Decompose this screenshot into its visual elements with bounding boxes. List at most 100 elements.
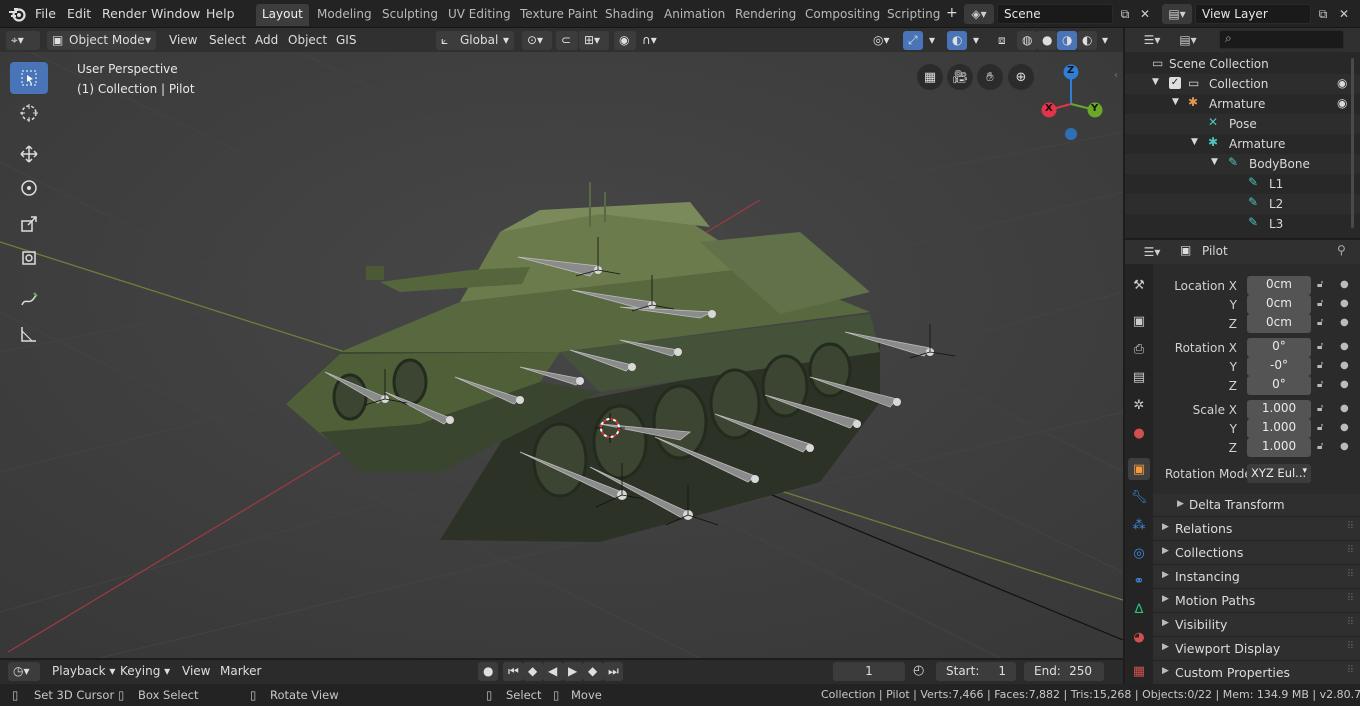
proportional-edit-icon[interactable]: ◉ [614, 31, 636, 50]
snap-icon[interactable]: ⊂ [556, 31, 578, 50]
current-frame-field[interactable]: 1 [833, 662, 905, 681]
menu-file[interactable]: File [35, 6, 56, 21]
tree-row-pose[interactable]: ✕ Pose [1125, 114, 1360, 134]
disclosure-open-icon[interactable]: ▼ [1172, 97, 1179, 107]
pivot-point-icon[interactable]: ⊙▾ [522, 31, 552, 50]
jump-start-icon[interactable]: ⏮ [503, 662, 523, 681]
chevron-down-icon[interactable]: ▾ [1097, 31, 1113, 50]
drag-handle-icon[interactable]: ⠿ [1347, 593, 1354, 604]
tree-row-bodybone[interactable]: ▼ ✎ BodyBone [1125, 154, 1360, 174]
disclosure-open-icon[interactable]: ▼ [1191, 137, 1198, 147]
lock-icon[interactable]: 🔓︎ [1317, 379, 1323, 390]
record-icon[interactable]: ● [478, 662, 498, 681]
outliner-editor-type-icon[interactable]: ☰▾ [1137, 30, 1167, 50]
new-scene-icon[interactable]: ⧉ [1115, 4, 1135, 24]
drag-handle-icon[interactable]: ⠿ [1347, 641, 1354, 652]
drag-handle-icon[interactable]: ⠿ [1347, 569, 1354, 580]
display-mode-icon[interactable]: ▤▾ [1173, 30, 1203, 50]
tree-row-scene-collection[interactable]: ▭ Scene Collection [1125, 54, 1360, 74]
tab-texture-paint[interactable]: Texture Paint [514, 4, 603, 26]
tree-row-collection[interactable]: ▼ ✓ ▭ Collection ◉ [1125, 74, 1360, 94]
view-layer-selector-icon[interactable]: ▤▾ [1162, 4, 1192, 24]
tree-row-l3[interactable]: ✎ L3 [1125, 214, 1360, 234]
menu-help[interactable]: Help [206, 6, 235, 21]
tab-compositing[interactable]: Compositing [799, 4, 886, 26]
menu-view[interactable]: View [164, 31, 202, 50]
location-y-field[interactable]: 0cm [1247, 295, 1311, 314]
new-view-layer-icon[interactable]: ⧉ [1313, 4, 1333, 24]
3d-viewport[interactable]: User Perspective (1) Collection | Pilot … [0, 52, 1123, 658]
scale-tool-icon[interactable] [10, 208, 48, 240]
object-data-tab-icon[interactable]: ∆ [1128, 598, 1150, 620]
delete-view-layer-icon[interactable]: ✕ [1334, 4, 1354, 24]
chevron-down-icon[interactable]: ▾ [924, 31, 940, 50]
rotation-z-field[interactable]: 0° [1247, 376, 1311, 395]
cursor-tool-icon[interactable] [10, 97, 48, 129]
view-layer-field[interactable]: View Layer [1195, 4, 1311, 24]
keyframe-dot-icon[interactable]: ● [1340, 441, 1349, 452]
location-x-field[interactable]: 0cm [1247, 276, 1311, 295]
tree-row-l2[interactable]: ✎ L2 [1125, 194, 1360, 214]
panel-motion-paths[interactable]: ▶ Motion Paths ⠿ [1153, 588, 1360, 612]
menu-add[interactable]: Add [250, 31, 283, 50]
gizmo-toggle-icon[interactable]: ⤢ [903, 31, 923, 50]
tab-sculpting[interactable]: Sculpting [376, 4, 444, 26]
editor-type-icon[interactable]: ⌖▾ [6, 31, 40, 50]
tab-shading[interactable]: Shading [599, 4, 660, 26]
scene-name-field[interactable]: Scene [997, 4, 1113, 24]
lock-icon[interactable]: 🔓︎ [1317, 422, 1323, 433]
lock-icon[interactable]: 🔓︎ [1317, 441, 1323, 452]
lock-icon[interactable]: 🔓︎ [1317, 298, 1323, 309]
constraints-tab-icon[interactable]: ⚭ [1128, 570, 1150, 592]
chevron-down-icon[interactable]: ▾ [968, 31, 984, 50]
tree-row-armature-data[interactable]: ▼ ✱ Armature [1125, 134, 1360, 154]
visibility-icon[interactable]: ◎▾ [868, 31, 898, 50]
tab-animation[interactable]: Animation [658, 4, 731, 26]
rendered-shading-icon[interactable]: ◐ [1077, 31, 1097, 50]
menu-render[interactable]: Render [102, 6, 147, 21]
falloff-icon[interactable]: ∩▾ [637, 31, 667, 50]
properties-editor-type-icon[interactable]: ☰▾ [1137, 242, 1167, 262]
xray-toggle-icon[interactable]: ⧈ [993, 31, 1013, 50]
drag-handle-icon[interactable]: ⠿ [1347, 545, 1354, 556]
panel-visibility[interactable]: ▶ Visibility ⠿ [1153, 612, 1360, 636]
snap-target-icon[interactable]: ⊞▾ [579, 31, 609, 50]
drag-handle-icon[interactable]: ⠿ [1347, 617, 1354, 628]
lock-icon[interactable]: 🔓︎ [1317, 360, 1323, 371]
mode-dropdown[interactable]: Object Mode ▾ ▣ [47, 31, 156, 50]
menu-object[interactable]: Object [283, 31, 332, 50]
scale-z-field[interactable]: 1.000 [1247, 438, 1311, 457]
wireframe-shading-icon[interactable]: ◍ [1017, 31, 1037, 50]
transform-tool-icon[interactable] [10, 242, 48, 274]
delete-scene-icon[interactable]: ✕ [1135, 4, 1155, 24]
keyframe-dot-icon[interactable]: ● [1340, 317, 1349, 328]
prev-keyframe-icon[interactable]: ◆ [523, 662, 543, 681]
pin-icon[interactable]: ⚲ [1337, 243, 1346, 257]
add-workspace-button[interactable]: + [946, 5, 958, 21]
tab-rendering[interactable]: Rendering [729, 4, 802, 26]
outliner-search-input[interactable]: ⌕ [1219, 30, 1344, 49]
modifiers-tab-icon[interactable]: 🔧︎ [1128, 486, 1150, 508]
menu-timeline-view[interactable]: View [177, 662, 215, 681]
timeline-editor-type-icon[interactable]: ◷▾ [8, 662, 40, 681]
camera-view-icon[interactable]: 🎥︎ [947, 64, 973, 90]
keyframe-dot-icon[interactable]: ● [1340, 422, 1349, 433]
checkbox-checked-icon[interactable]: ✓ [1169, 77, 1181, 89]
tab-layout[interactable]: Layout [256, 4, 309, 26]
tree-row-armature[interactable]: ▼ ✱ Armature ◉ [1125, 94, 1360, 114]
rotation-y-field[interactable]: -0° [1247, 357, 1311, 376]
particles-tab-icon[interactable]: ⁂ [1128, 514, 1150, 536]
scale-x-field[interactable]: 1.000 [1247, 400, 1311, 419]
keyframe-dot-icon[interactable]: ● [1340, 341, 1349, 352]
tree-row-l1[interactable]: ✎ L1 [1125, 174, 1360, 194]
drag-handle-icon[interactable]: ⠿ [1347, 665, 1354, 676]
start-frame-field[interactable]: Start: 1 [936, 662, 1016, 681]
keyframe-dot-icon[interactable]: ● [1340, 279, 1349, 290]
toggle-grid-view-icon[interactable]: ▦ [917, 64, 943, 90]
keyframe-dot-icon[interactable]: ● [1340, 360, 1349, 371]
annotate-tool-icon[interactable] [10, 284, 48, 316]
tab-modeling[interactable]: Modeling [311, 4, 378, 26]
menu-window[interactable]: Window [151, 6, 200, 21]
clock-icon[interactable]: ◴ [913, 663, 924, 678]
menu-edit[interactable]: Edit [67, 6, 91, 21]
